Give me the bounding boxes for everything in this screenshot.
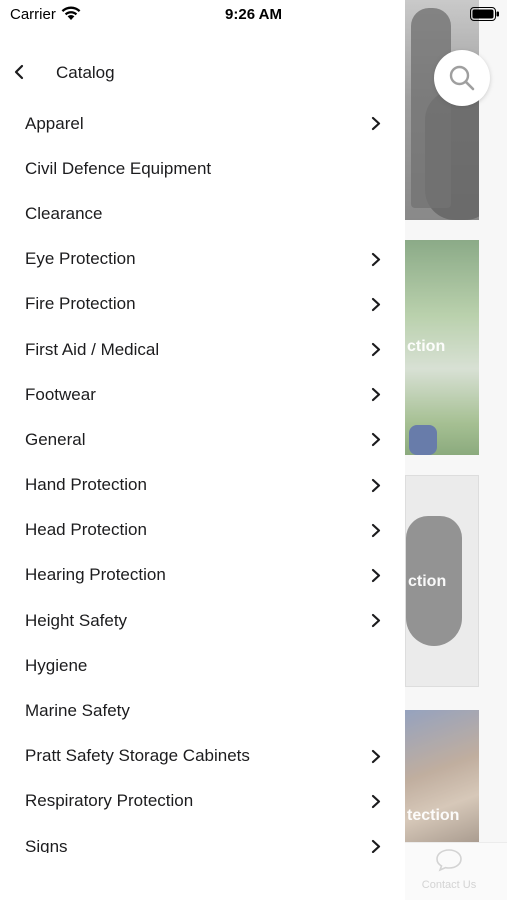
- category-label: Head Protection: [25, 520, 147, 540]
- category-label: Respiratory Protection: [25, 791, 194, 811]
- category-label: Footwear: [25, 384, 96, 404]
- category-item[interactable]: Footwear: [0, 372, 405, 417]
- category-item[interactable]: Respiratory Protection: [0, 779, 405, 824]
- background-banner-head: tection: [405, 710, 479, 842]
- chevron-right-icon: [369, 477, 383, 493]
- category-item[interactable]: General: [0, 417, 405, 462]
- category-item[interactable]: Apparel: [0, 101, 405, 146]
- category-label: Eye Protection: [25, 249, 136, 269]
- category-label: Hearing Protection: [25, 565, 166, 585]
- battery-icon: [470, 7, 499, 21]
- back-button[interactable]: [8, 60, 30, 84]
- category-label: Signs: [25, 836, 68, 853]
- page-title: Catalog: [56, 63, 115, 82]
- drawer-header: Catalog: [0, 50, 405, 94]
- status-time: 9:26 AM: [225, 6, 282, 23]
- category-label: Civil Defence Equipment: [25, 158, 212, 178]
- category-label: Marine Safety: [25, 701, 130, 721]
- chat-bubble-icon: [436, 849, 462, 872]
- chevron-right-icon: [369, 342, 383, 358]
- category-item[interactable]: Eye Protection: [0, 237, 405, 282]
- category-label: Fire Protection: [25, 294, 136, 314]
- banner-caption: tection: [407, 807, 460, 824]
- banner-caption: ction: [408, 573, 447, 590]
- chevron-right-icon: [369, 793, 383, 809]
- chevron-right-icon: [369, 251, 383, 267]
- search-icon: [449, 65, 475, 91]
- chevron-right-icon: [369, 387, 383, 403]
- chevron-right-icon: [369, 839, 383, 853]
- category-label: Apparel: [25, 113, 84, 133]
- category-item[interactable]: First Aid / Medical: [0, 327, 405, 372]
- category-label: Pratt Safety Storage Cabinets: [25, 746, 250, 766]
- chevron-right-icon: [369, 296, 383, 312]
- category-label: Clearance: [25, 203, 103, 223]
- category-label: Hygiene: [25, 655, 88, 675]
- category-item[interactable]: Marine Safety: [0, 688, 405, 733]
- background-banner-apparel: [405, 0, 479, 220]
- category-item[interactable]: Hygiene: [0, 643, 405, 688]
- category-label: General: [25, 429, 86, 449]
- category-list: Apparel Civil Defence Equipment Clearance E…: [0, 101, 405, 853]
- chevron-right-icon: [369, 748, 383, 764]
- background-banner-fire: ction: [405, 240, 479, 455]
- category-label: Height Safety: [25, 610, 128, 630]
- catalog-drawer: Catalog Apparel Civil Defence Equipment Cl…: [0, 0, 405, 900]
- category-item[interactable]: Pratt Safety Storage Cabinets: [0, 734, 405, 779]
- tab-contact-us[interactable]: Contact Us: [414, 848, 484, 894]
- category-item[interactable]: Head Protection: [0, 508, 405, 553]
- status-bar: Carrier 9:26 AM: [0, 0, 507, 28]
- search-button[interactable]: [434, 50, 490, 106]
- background-banner-hand: ction: [405, 475, 479, 687]
- chevron-right-icon: [369, 567, 383, 583]
- category-item[interactable]: Hand Protection: [0, 463, 405, 508]
- category-item[interactable]: Hearing Protection: [0, 553, 405, 598]
- tab-label: Contact Us: [421, 879, 477, 891]
- chevron-right-icon: [369, 116, 383, 132]
- category-item[interactable]: Height Safety: [0, 598, 405, 643]
- category-label: Hand Protection: [25, 475, 147, 495]
- category-item[interactable]: Fire Protection: [0, 282, 405, 327]
- category-item[interactable]: Signs: [0, 824, 405, 853]
- chevron-left-icon: [14, 64, 24, 80]
- chevron-right-icon: [369, 432, 383, 448]
- chevron-right-icon: [369, 613, 383, 629]
- category-label: First Aid / Medical: [25, 339, 160, 359]
- chevron-right-icon: [369, 522, 383, 538]
- category-item[interactable]: Civil Defence Equipment: [0, 146, 405, 191]
- category-item[interactable]: Clearance: [0, 191, 405, 236]
- banner-caption: ction: [407, 338, 446, 355]
